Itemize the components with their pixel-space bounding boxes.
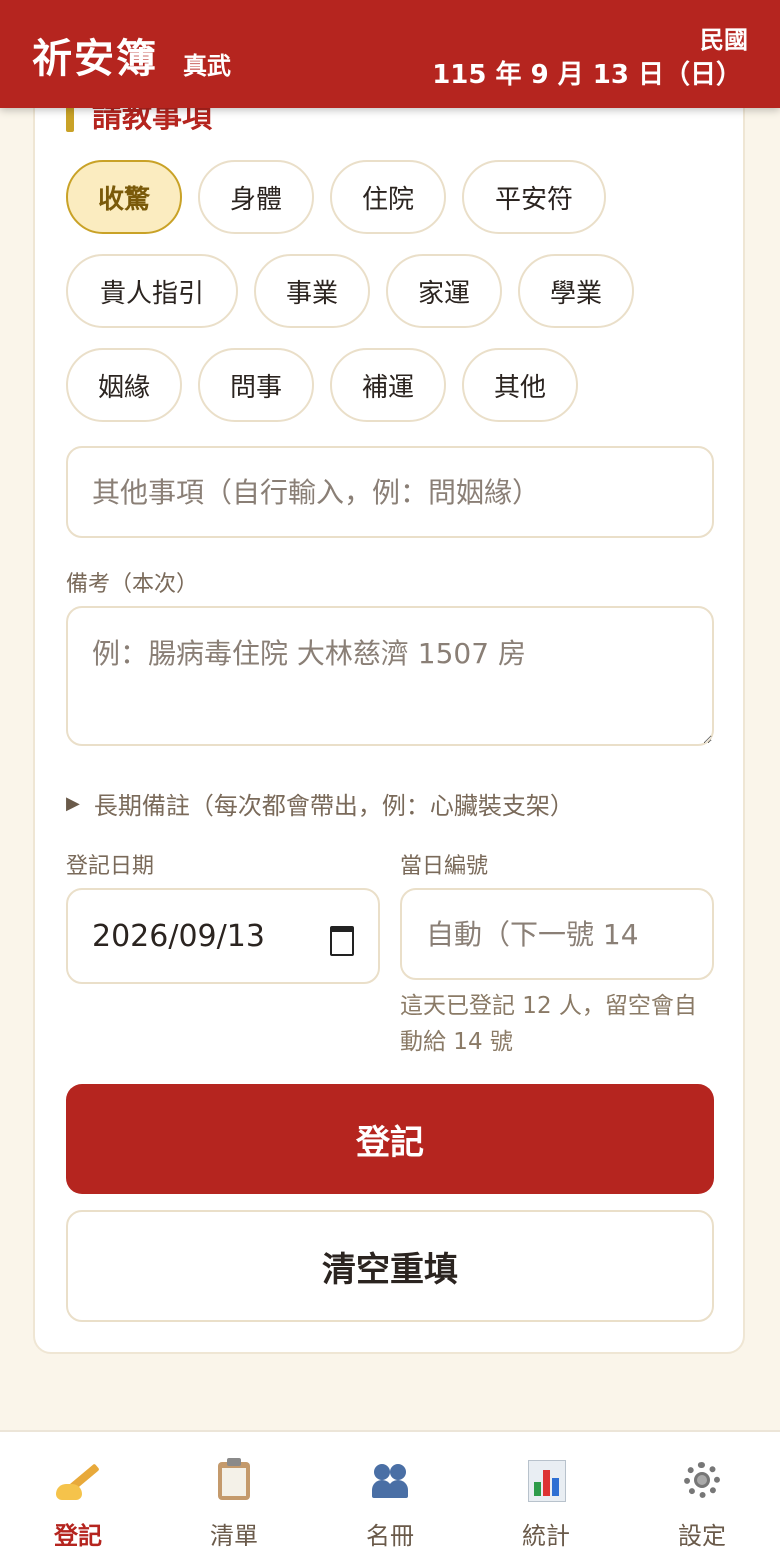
chip-shoujing[interactable]: 收驚 [66,160,182,234]
note-label: 備考（本次） [66,572,199,597]
app-header: 祈安簿 真武 民國 115 年 9 月 13 日（日） [0,0,780,108]
chip-family[interactable]: 家運 [386,254,502,328]
number-hint: 這天已登記 12 人，留空會自動給 14 號 [400,993,697,1055]
nav-label-register: 登記 [54,1522,102,1550]
chip-guidance[interactable]: 貴人指引 [66,254,238,328]
nav-label-settings: 設定 [678,1522,726,1550]
clear-button[interactable]: 清空重填 [66,1210,714,1322]
chip-career[interactable]: 事業 [254,254,370,328]
nav-label-roster: 名冊 [366,1522,414,1550]
other-matter-input[interactable] [66,446,714,538]
number-label: 當日編號 [400,854,489,879]
date-input[interactable]: 2026/09/13 [66,888,380,984]
people-icon [368,1458,412,1502]
chip-hospital[interactable]: 住院 [330,160,446,234]
register-button[interactable]: 登記 [66,1084,714,1194]
long-term-note-label: 長期備註（每次都會帶出，例：心臟裝支架） [93,792,574,820]
daily-number-input[interactable] [400,888,714,980]
date-value: 2026/09/13 [92,918,265,954]
bar-chart-icon [524,1458,568,1502]
chip-inquiry[interactable]: 問事 [198,348,314,422]
header-date: 115 年 9 月 13 日（日） [432,60,742,90]
nav-item-settings[interactable]: 設定 [624,1432,780,1562]
app-title: 祈安簿 [32,35,158,82]
chip-body[interactable]: 身體 [198,160,314,234]
chip-study[interactable]: 學業 [518,254,634,328]
note-textarea[interactable] [66,606,714,746]
nav-item-roster[interactable]: 名冊 [312,1432,468,1562]
chip-luck[interactable]: 補運 [330,348,446,422]
expand-triangle-icon: ▶ [66,793,80,814]
chip-other[interactable]: 其他 [462,348,578,422]
calendar-icon[interactable] [330,922,354,956]
nav-item-register[interactable]: 登記 [0,1432,156,1562]
long-term-note-toggle[interactable]: ▶ 長期備註（每次都會帶出，例：心臟裝支架） [66,786,574,821]
chip-amulet[interactable]: 平安符 [462,160,606,234]
temple-name: 真武 [183,52,231,80]
bottom-nav: 登記 清單 名冊 統計 設定 [0,1430,780,1562]
nav-label-stats: 統計 [522,1522,570,1550]
writing-hand-icon [56,1458,100,1502]
date-label: 登記日期 [66,854,155,879]
gear-icon [680,1458,724,1502]
nav-item-list[interactable]: 清單 [156,1432,312,1562]
nav-item-stats[interactable]: 統計 [468,1432,624,1562]
clipboard-icon [212,1458,256,1502]
header-date-era: 民國 [700,26,748,54]
chip-marriage[interactable]: 姻緣 [66,348,182,422]
nav-label-list: 清單 [210,1522,258,1550]
